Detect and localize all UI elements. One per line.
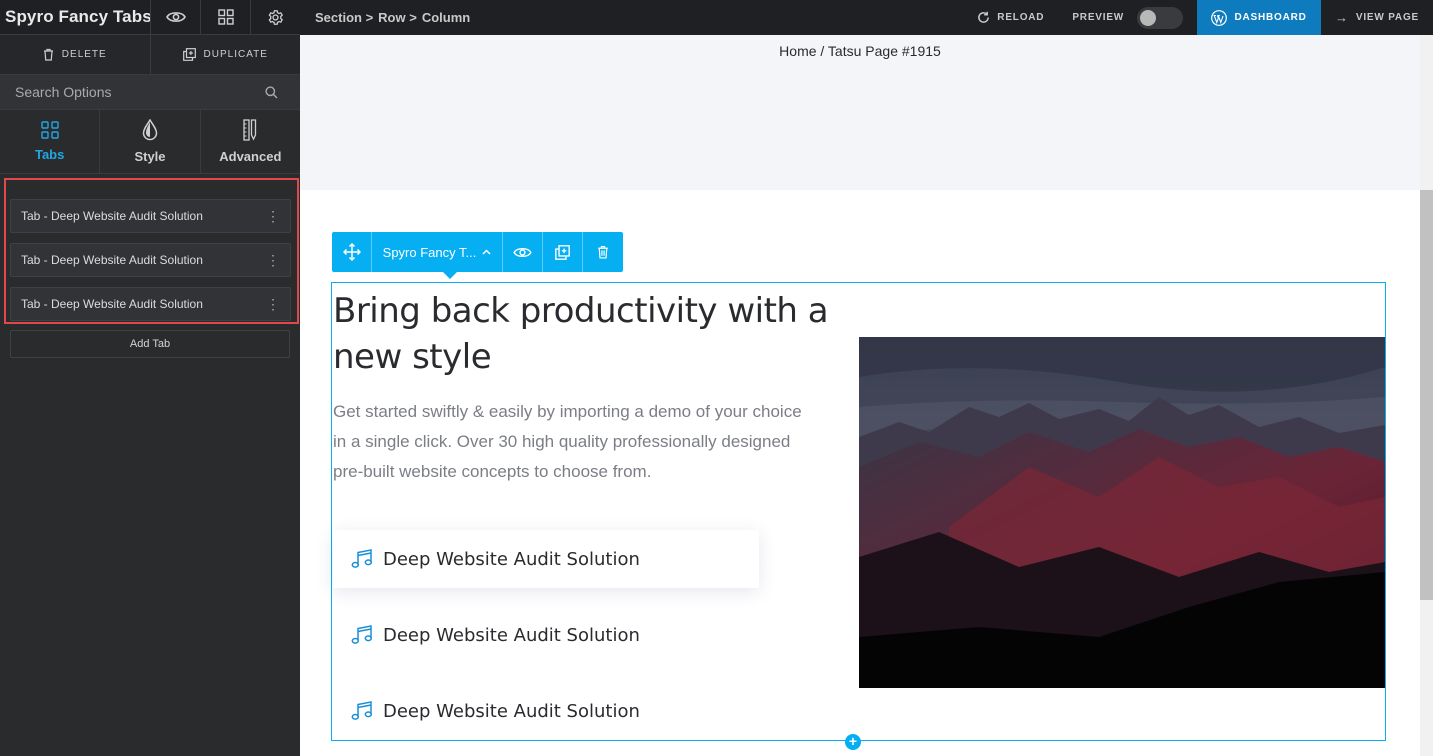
scrollbar-thumb[interactable] <box>1420 190 1433 600</box>
module-title: Spyro Fancy Tabs <box>5 7 152 26</box>
breadcrumb-column[interactable]: Column <box>422 10 470 25</box>
more-vertical-icon[interactable]: ⋮ <box>266 209 280 223</box>
pencil-ruler-icon <box>243 119 257 141</box>
sidebar-header: Spyro Fancy Tabs <box>0 0 300 35</box>
element-toolbar: Spyro Fancy T... <box>332 232 623 272</box>
element-duplicate-button[interactable] <box>543 232 583 272</box>
page-breadcrumb: Home / Tatsu Page #1915 <box>779 43 941 59</box>
reload-icon <box>978 11 990 23</box>
drop-icon <box>142 119 158 141</box>
repeater-item[interactable]: Tab - Deep Website Audit Solution ⋮ <box>10 243 291 277</box>
view-page-button[interactable]: → VIEW PAGE <box>1321 0 1433 35</box>
grid-icon <box>217 9 234 25</box>
preview-toggle[interactable] <box>1137 6 1184 29</box>
repeater-item[interactable]: Tab - Deep Website Audit Solution ⋮ <box>10 199 291 233</box>
delete-button[interactable]: DELETE <box>0 35 150 74</box>
more-vertical-icon[interactable]: ⋮ <box>266 297 280 311</box>
fancy-tab-item[interactable]: Deep Website Audit Solution <box>333 682 759 740</box>
sidebar-actions: DELETE DUPLICATE <box>0 35 300 75</box>
reload-button[interactable]: RELOAD <box>963 0 1058 35</box>
chevron-up-icon <box>482 249 491 255</box>
element-name-dropdown[interactable]: Spyro Fancy T... <box>372 232 503 272</box>
repeater-item-label: Tab - Deep Website Audit Solution <box>21 209 203 223</box>
preview-eye-button[interactable] <box>150 0 200 35</box>
repeater-item-label: Tab - Deep Website Audit Solution <box>21 297 203 311</box>
tab-tabs[interactable]: Tabs <box>0 110 99 173</box>
element-name: Spyro Fancy T... <box>382 244 477 260</box>
settings-button[interactable] <box>250 0 300 35</box>
fancy-tab-label: Deep Website Audit Solution <box>383 548 640 570</box>
duplicate-icon <box>555 244 570 260</box>
repeater-item[interactable]: Tab - Deep Website Audit Solution ⋮ <box>10 287 291 321</box>
element-visibility-button[interactable] <box>503 232 543 272</box>
fancy-tab-label: Deep Website Audit Solution <box>383 624 640 646</box>
toolbar-pointer <box>443 272 457 279</box>
tab-tabs-label: Tabs <box>34 147 65 162</box>
search-input[interactable] <box>15 84 235 100</box>
tab-advanced[interactable]: Advanced <box>199 110 300 173</box>
mountain-photo <box>859 337 1385 688</box>
music-note-icon <box>351 549 373 568</box>
fancy-tab-item[interactable]: Deep Website Audit Solution <box>333 530 759 588</box>
page-header-band: Home / Tatsu Page #1915 <box>300 35 1420 190</box>
reload-label: RELOAD <box>997 12 1045 23</box>
element-delete-button[interactable] <box>583 232 623 272</box>
grid-icon <box>40 121 59 139</box>
preview-label: PREVIEW <box>1072 12 1125 23</box>
breadcrumb-row[interactable]: Row > <box>378 10 417 25</box>
tab-advanced-label: Advanced <box>219 149 282 164</box>
search-icon <box>265 85 278 98</box>
section-description: Get started swiftly & easily by importin… <box>333 402 802 481</box>
wordpress-icon <box>1211 9 1228 26</box>
dashboard-button[interactable]: DASHBOARD <box>1197 0 1322 35</box>
arrow-right-icon: → <box>1335 10 1349 25</box>
delete-label: DELETE <box>61 49 107 60</box>
repeater-item-label: Tab - Deep Website Audit Solution <box>21 253 203 267</box>
eye-icon <box>165 12 186 22</box>
add-tab-button[interactable]: Add Tab <box>10 330 290 358</box>
move-icon <box>342 243 361 261</box>
layout-grid-button[interactable] <box>200 0 250 35</box>
add-element-button[interactable]: + <box>845 734 861 750</box>
trash-icon <box>43 48 53 61</box>
breadcrumb: Section > Row > Column <box>300 10 963 25</box>
music-note-icon <box>351 625 373 644</box>
dashboard-label: DASHBOARD <box>1234 12 1307 23</box>
duplicate-icon <box>182 48 196 61</box>
breadcrumb-section[interactable]: Section > <box>315 10 373 25</box>
music-note-icon <box>351 701 373 720</box>
tab-style[interactable]: Style <box>99 110 199 173</box>
search-bar <box>0 75 300 110</box>
tab-style-label: Style <box>134 149 166 164</box>
more-vertical-icon[interactable]: ⋮ <box>266 253 280 267</box>
builder-topbar: Section > Row > Column RELOAD PREVIEW DA… <box>300 0 1433 35</box>
trash-icon <box>598 246 608 259</box>
duplicate-button[interactable]: DUPLICATE <box>149 35 301 74</box>
page-canvas: Home / Tatsu Page #1915 Spyro Fancy T...… <box>300 35 1420 756</box>
fancy-tab-item[interactable]: Deep Website Audit Solution <box>333 606 759 664</box>
duplicate-label: DUPLICATE <box>203 49 268 60</box>
toggle-knob <box>1140 9 1157 26</box>
gear-icon <box>268 9 283 25</box>
section-heading: Bring back productivity with a new style <box>333 291 829 377</box>
preview-toggle-group: PREVIEW <box>1058 0 1197 35</box>
view-page-label: VIEW PAGE <box>1355 12 1419 23</box>
move-handle[interactable] <box>332 232 372 272</box>
sidebar-tabs: Tabs Style Advanced <box>0 110 300 174</box>
eye-icon <box>513 247 532 257</box>
fancy-tab-label: Deep Website Audit Solution <box>383 700 640 722</box>
settings-sidebar: Spyro Fancy Tabs DELETE DUPLICATE Tabs <box>0 0 300 756</box>
tabs-repeater: Tab - Deep Website Audit Solution ⋮ Tab … <box>4 178 299 324</box>
